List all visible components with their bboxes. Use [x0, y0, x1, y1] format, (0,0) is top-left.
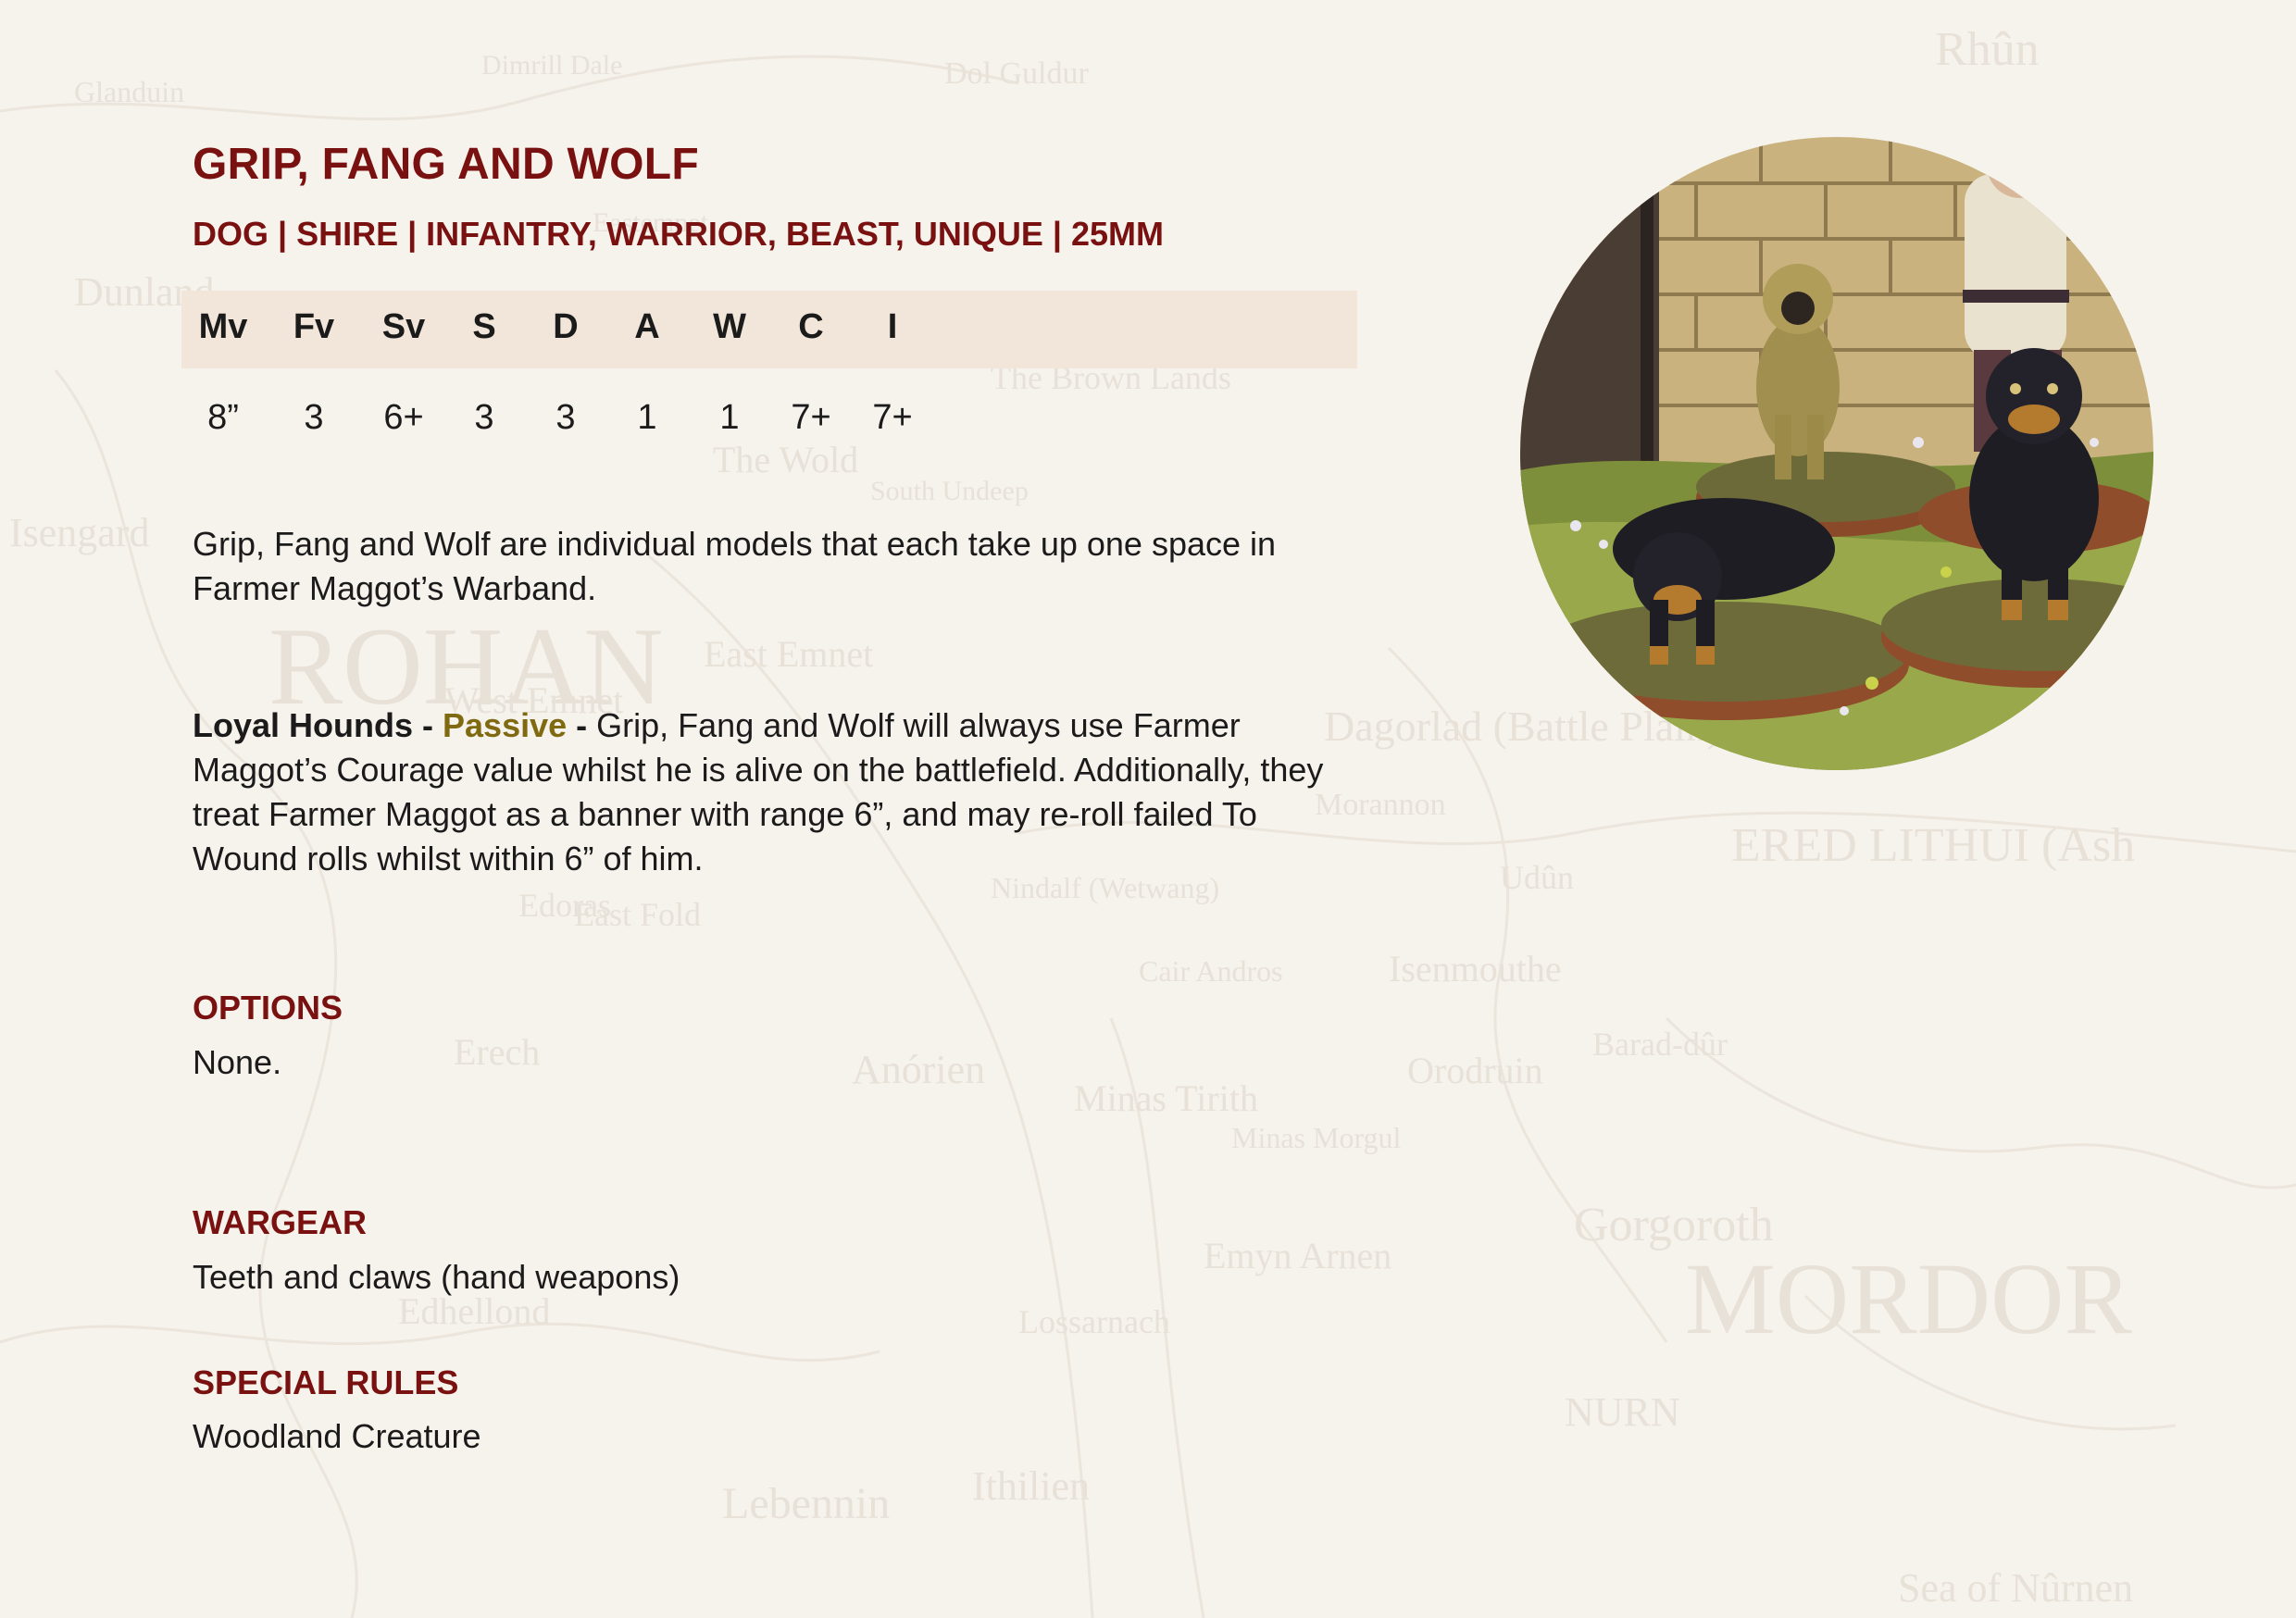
options-heading: OPTIONS	[193, 989, 343, 1027]
profile-keywords: DOG | SHIRE | INFANTRY, WARRIOR, BEAST, …	[193, 215, 1164, 253]
stat-header-d: D	[553, 307, 579, 346]
profile-title: GRIP, FANG AND WOLF	[193, 140, 700, 189]
stat-value-w: 1	[719, 398, 740, 437]
options-body: None.	[193, 1043, 282, 1081]
stat-value-s: 3	[474, 398, 494, 437]
stat-header-fv: Fv	[293, 307, 335, 346]
rule-separator: -	[413, 706, 443, 744]
special-rules-heading: SPECIAL RULES	[193, 1363, 459, 1401]
stat-value-i: 7+	[872, 398, 913, 437]
stat-value-d: 3	[555, 398, 576, 437]
special-rule-text: Loyal Hounds - Passive - Grip, Fang and …	[193, 703, 1331, 881]
wargear-body: Teeth and claws (hand weapons)	[193, 1258, 680, 1296]
stat-header-a: A	[634, 307, 660, 346]
stat-header-mv: Mv	[198, 307, 248, 346]
stat-value-mv: 8”	[207, 398, 239, 437]
intro-text: Grip, Fang and Wolf are individual model…	[193, 525, 1277, 607]
stat-value-c: 7+	[791, 398, 831, 437]
stat-value-sv: 6+	[383, 398, 424, 437]
rule-separator: -	[567, 706, 597, 744]
stat-value-a: 1	[637, 398, 657, 437]
miniature-dogs-illustration	[1520, 137, 2153, 770]
wargear-heading: WARGEAR	[193, 1203, 367, 1241]
miniature-photo	[1520, 137, 2153, 770]
rule-name: Loyal Hounds	[193, 706, 414, 744]
stat-header-i: I	[887, 307, 898, 346]
special-rules-body: Woodland Creature	[193, 1417, 481, 1455]
profile-card: GRIP, FANG AND WOLF DOG | SHIRE | INFANT…	[0, 0, 2296, 1618]
stat-value-fv: 3	[304, 398, 324, 437]
stat-header-sv: Sv	[381, 307, 426, 346]
stat-header-w: W	[713, 307, 746, 346]
stat-header-c: C	[798, 307, 824, 346]
stat-header-s: S	[472, 307, 496, 346]
rule-type: Passive	[443, 706, 568, 744]
